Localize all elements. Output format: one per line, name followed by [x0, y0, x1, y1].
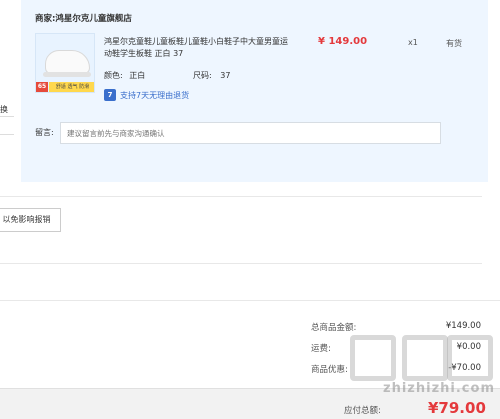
left-fragment-text: 换: [0, 105, 8, 114]
shop-link[interactable]: 鸿星尔克儿童旗舰店: [55, 14, 132, 24]
goods-total-label: 总商品金额:: [311, 323, 357, 333]
shoe-image: [45, 50, 90, 74]
invoice-button[interactable]: 以免影响报销: [0, 208, 61, 232]
watermark-logo-icon: [447, 335, 493, 381]
divider: [0, 134, 14, 135]
message-input[interactable]: [60, 122, 441, 144]
watermark-logo-icon: [350, 335, 396, 381]
shop-name: 商家:鸿星尔克儿童旗舰店: [35, 12, 132, 24]
watermark: zhizhizhi.com: [320, 335, 495, 396]
size-value: 37: [220, 71, 231, 80]
divider: [0, 263, 482, 264]
divider: [0, 300, 500, 301]
goods-total-row: 总商品金额: ¥149.00: [311, 321, 481, 333]
payable-label: 应付总额:: [344, 406, 381, 416]
stock-status: 有货: [446, 39, 462, 48]
return-policy-text: 支持7天无理由退货: [120, 90, 190, 100]
color-label: 颜色:: [104, 71, 123, 80]
color-value: 正白: [129, 71, 146, 80]
watermark-text: zhizhizhi.com: [383, 381, 495, 396]
return-policy[interactable]: 7 支持7天无理由退货: [104, 89, 189, 101]
goods-total-value: ¥149.00: [445, 321, 481, 331]
payable-amount: ¥79.00: [428, 399, 486, 417]
color-spec: 颜色: 正白: [104, 70, 145, 81]
watermark-logo-icon: [402, 335, 448, 381]
thumb-badge: 65: [36, 82, 48, 92]
product-thumbnail[interactable]: 65 舒适 透气 防滑: [35, 33, 95, 93]
divider: [0, 196, 482, 197]
size-label: 尺码:: [193, 71, 212, 80]
return-policy-icon: 7: [104, 89, 116, 101]
product-price: ¥ 149.00: [318, 36, 368, 47]
divider: [0, 116, 14, 117]
size-spec: 尺码: 37: [193, 70, 230, 81]
thumb-strip: 舒适 透气 防滑: [49, 82, 94, 92]
shop-label: 商家:: [35, 14, 56, 24]
message-label: 留言:: [35, 128, 54, 137]
product-title[interactable]: 鸿星尔克童鞋儿童板鞋儿童鞋小白鞋子中大童男童运动鞋学生板鞋 正白 37: [104, 36, 289, 59]
product-quantity: x1: [408, 38, 418, 47]
